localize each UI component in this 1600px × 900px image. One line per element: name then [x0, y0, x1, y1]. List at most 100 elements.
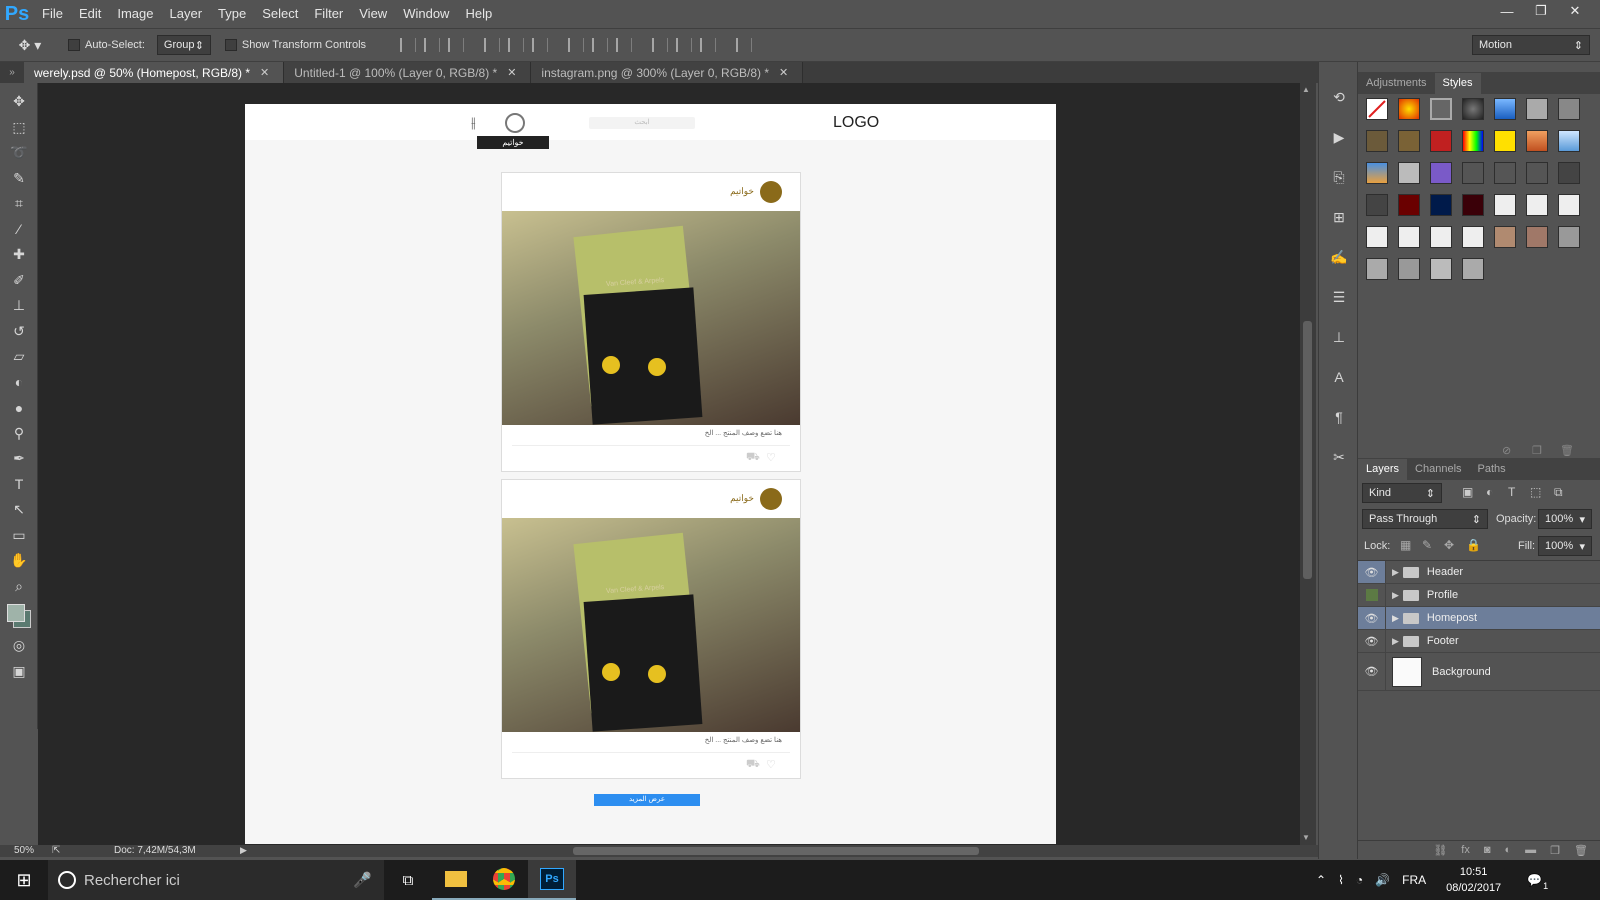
style-swatch[interactable] [1526, 226, 1548, 248]
language-indicator[interactable]: FRA [1402, 873, 1426, 887]
layer-profile[interactable]: ▶ Profile [1358, 584, 1600, 607]
filter-icon[interactable]: ⫲ [471, 114, 489, 132]
eye-hidden-icon[interactable] [1358, 584, 1386, 606]
align-vcenter-icon[interactable] [424, 38, 441, 52]
style-swatch[interactable] [1398, 226, 1420, 248]
style-swatch[interactable] [1366, 162, 1388, 184]
clone-source-icon[interactable]: ⎘ [1319, 162, 1359, 192]
tray-chevron-icon[interactable]: ⌃ [1316, 873, 1326, 887]
style-swatch[interactable] [1526, 98, 1548, 120]
style-swatch[interactable] [1462, 194, 1484, 216]
filter-type-icon[interactable]: T [1508, 485, 1515, 499]
clock[interactable]: 10:51 08/02/2017 [1446, 864, 1501, 896]
post-username[interactable]: خواتيم [702, 186, 754, 197]
style-swatch[interactable] [1558, 226, 1580, 248]
zoom-level[interactable]: 50% [14, 845, 34, 856]
load-more-button[interactable]: عرض المزيد [594, 794, 700, 806]
tab-styles[interactable]: Styles [1434, 73, 1481, 94]
kind-filter-dropdown[interactable]: Kind ⇕ [1362, 483, 1442, 503]
filter-adjustment-icon[interactable]: ◐ [1486, 485, 1493, 499]
new-layer-icon[interactable]: ❐ [1550, 844, 1560, 857]
history-brush-icon[interactable]: ↺ [0, 319, 38, 345]
tab-layers[interactable]: Layers [1358, 459, 1408, 480]
align-right-icon[interactable] [532, 38, 549, 52]
style-swatch[interactable] [1366, 130, 1388, 152]
microphone-icon[interactable]: 🎤 [353, 871, 372, 889]
style-swatch[interactable] [1430, 162, 1452, 184]
chrome-icon[interactable] [480, 860, 528, 900]
layer-header[interactable]: 👁 ▶ Header [1358, 561, 1600, 584]
menu-window[interactable]: Window [395, 0, 457, 28]
horizontal-scroll-thumb[interactable] [573, 847, 979, 855]
tool-presets-icon[interactable]: ⊥ [1319, 322, 1359, 352]
notifications-icon[interactable]: 💬 1 [1527, 873, 1548, 891]
new-style-icon[interactable]: ❐ [1532, 444, 1542, 457]
tab-channels[interactable]: Channels [1407, 459, 1469, 480]
scroll-up-icon[interactable]: ▲ [1302, 85, 1310, 94]
distribute-hcenter-icon[interactable] [676, 38, 693, 52]
add-mask-icon[interactable]: ◙ [1484, 844, 1491, 856]
menu-filter[interactable]: Filter [306, 0, 351, 28]
color-swatches[interactable] [0, 599, 38, 633]
windows-start-icon[interactable]: ⊞ [0, 860, 48, 900]
menu-type[interactable]: Type [210, 0, 254, 28]
tab-paths[interactable]: Paths [1470, 459, 1514, 480]
marquee-tool-icon[interactable]: ⬚ [0, 115, 38, 141]
style-swatch[interactable] [1366, 226, 1388, 248]
close-tab-icon[interactable]: ✕ [507, 66, 516, 79]
distribute-vcenter-icon[interactable] [592, 38, 609, 52]
style-swatch[interactable] [1398, 130, 1420, 152]
distribute-bottom-icon[interactable] [616, 38, 633, 52]
task-view-icon[interactable]: ⧉ [384, 872, 432, 889]
post-image[interactable]: Van Cleef & Arpels [502, 211, 800, 425]
vertical-scroll-thumb[interactable] [1303, 321, 1312, 579]
character-icon[interactable]: A [1319, 362, 1359, 392]
distribute-left-icon[interactable] [652, 38, 669, 52]
expand-arrow-icon[interactable]: ▶ [1392, 636, 1399, 647]
style-swatch[interactable] [1494, 162, 1516, 184]
style-swatch[interactable] [1462, 258, 1484, 280]
foreground-color-swatch[interactable] [7, 604, 25, 622]
fill-input[interactable]: 100% ▾ [1538, 536, 1592, 556]
menu-edit[interactable]: Edit [71, 0, 109, 28]
align-hcenter-icon[interactable] [508, 38, 525, 52]
style-swatch[interactable] [1558, 162, 1580, 184]
style-swatch[interactable] [1526, 162, 1548, 184]
close-tab-icon[interactable]: ✕ [779, 66, 788, 79]
blend-mode-dropdown[interactable]: Pass Through ⇕ [1362, 509, 1488, 529]
adjustment-layer-icon[interactable]: ◐ [1505, 844, 1512, 856]
network-icon[interactable]: ⌇ [1338, 873, 1344, 887]
menu-image[interactable]: Image [109, 0, 161, 28]
tab-untitled[interactable]: Untitled-1 @ 100% (Layer 0, RGB/8) * ✕ [284, 62, 532, 83]
delete-layer-icon[interactable]: 🗑 [1574, 844, 1588, 857]
style-swatch[interactable] [1398, 194, 1420, 216]
close-button[interactable]: ✕ [1558, 0, 1592, 22]
layer-homepost[interactable]: 👁 ▶ Homepost [1358, 607, 1600, 630]
rectangle-tool-icon[interactable]: ▭ [0, 523, 38, 549]
filter-pixel-icon[interactable]: ▣ [1462, 485, 1473, 499]
layer-footer[interactable]: 👁 ▶ Footer [1358, 630, 1600, 653]
zoom-tool-icon[interactable]: ⌕ [0, 574, 38, 600]
eye-icon[interactable]: 👁 [1358, 561, 1386, 583]
cart-icon[interactable]: ⛟ [746, 451, 760, 465]
brush-tool-icon[interactable]: ✐ [0, 268, 38, 294]
style-swatch[interactable] [1430, 258, 1452, 280]
blur-tool-icon[interactable]: ● [0, 395, 38, 421]
style-swatch[interactable] [1366, 258, 1388, 280]
lock-pixels-icon[interactable]: ✎ [1422, 538, 1432, 552]
hand-tool-icon[interactable]: ✋ [0, 548, 38, 574]
lock-transparency-icon[interactable]: ▦ [1400, 538, 1411, 552]
style-swatch[interactable] [1398, 162, 1420, 184]
style-swatch[interactable] [1558, 194, 1580, 216]
style-swatch[interactable] [1558, 130, 1580, 152]
screen-mode-icon[interactable]: ▣ [0, 659, 38, 685]
minimize-button[interactable]: — [1490, 0, 1524, 22]
expand-arrow-icon[interactable]: ▶ [1392, 590, 1399, 601]
style-swatch[interactable] [1430, 130, 1452, 152]
dodge-tool-icon[interactable]: ⚲ [0, 421, 38, 447]
export-icon[interactable]: ⇱ [52, 845, 60, 856]
collapse-icon[interactable]: » [0, 62, 24, 83]
status-menu-arrow-icon[interactable]: ▶ [240, 845, 247, 856]
avatar[interactable] [760, 488, 782, 510]
stamp-tool-icon[interactable]: ⊥ [0, 293, 38, 319]
